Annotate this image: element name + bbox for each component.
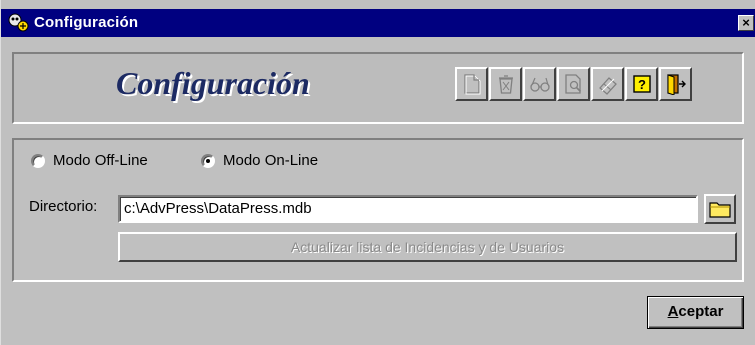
clear-button[interactable] xyxy=(591,67,624,101)
mode-offline-radio[interactable] xyxy=(31,153,45,168)
mode-online-label: Modo On-Line xyxy=(223,152,319,169)
glasses-icon xyxy=(529,77,550,92)
update-lists-button[interactable]: Actualizar lista de Incidencias y de Usu… xyxy=(118,232,737,262)
header-panel: Configuración ? xyxy=(12,52,744,124)
help-icon: ? xyxy=(632,75,651,93)
print-preview-icon xyxy=(564,74,581,94)
folder-icon xyxy=(709,202,731,218)
update-lists-label: Actualizar lista de Incidencias y de Usu… xyxy=(290,239,565,255)
app-icon xyxy=(8,13,29,32)
directory-label: Directorio: xyxy=(29,198,98,215)
delete-icon xyxy=(498,75,513,94)
exit-door-icon xyxy=(666,74,686,95)
svg-text:?: ? xyxy=(638,77,646,92)
mode-online-radio[interactable] xyxy=(201,153,215,168)
mode-online-option[interactable]: Modo On-Line xyxy=(201,152,318,169)
toolbar: ? xyxy=(455,67,693,101)
accept-button[interactable]: Aceptar xyxy=(647,296,744,329)
exit-button[interactable] xyxy=(659,67,692,101)
close-button[interactable]: × xyxy=(738,15,754,31)
accept-label: Aceptar xyxy=(667,303,724,320)
close-icon: × xyxy=(742,15,750,30)
new-document-icon xyxy=(463,74,480,95)
mode-offline-option[interactable]: Modo Off-Line xyxy=(31,152,148,169)
header-title: Configuración xyxy=(116,65,310,101)
window-title: Configuración xyxy=(34,14,139,31)
eraser-icon xyxy=(598,77,617,95)
configuracion-window: Configuración × Configuración ? Modo Off… xyxy=(0,0,755,345)
settings-panel: Modo Off-Line Modo On-Line Directorio: c… xyxy=(12,138,744,282)
directory-input[interactable]: c:\AdvPress\DataPress.mdb xyxy=(118,195,698,223)
new-button[interactable] xyxy=(455,67,488,101)
delete-button[interactable] xyxy=(489,67,522,101)
print-preview-button[interactable] xyxy=(557,67,590,101)
search-button[interactable] xyxy=(523,67,556,101)
help-button[interactable]: ? xyxy=(625,67,658,101)
mode-offline-label: Modo Off-Line xyxy=(53,152,148,169)
browse-folder-button[interactable] xyxy=(704,194,736,224)
title-bar[interactable]: Configuración × xyxy=(1,9,755,37)
